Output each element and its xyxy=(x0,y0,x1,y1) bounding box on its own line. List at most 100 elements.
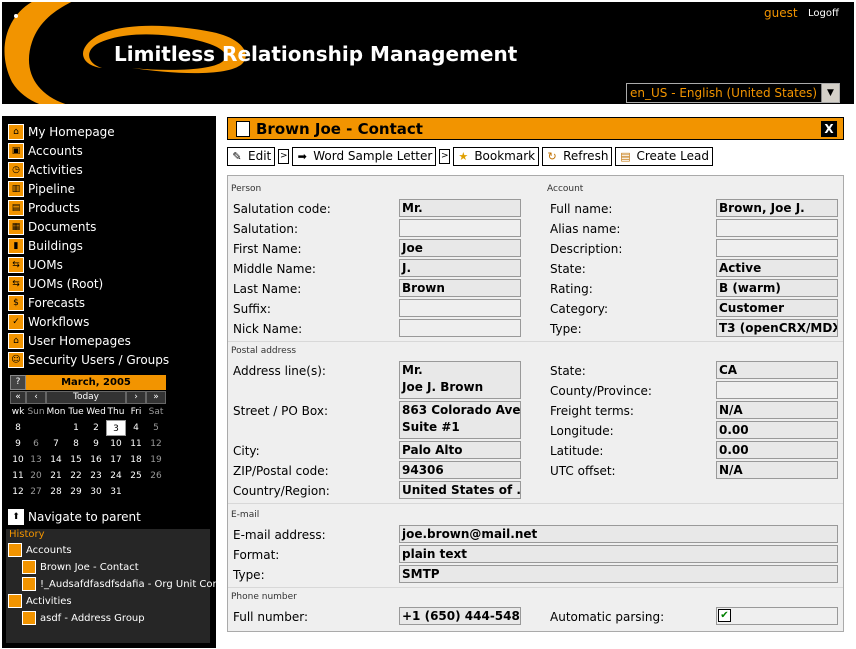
locale-select[interactable]: en_US - English (United States) ▼ xyxy=(626,83,840,103)
logoff-link[interactable]: Logoff xyxy=(808,8,839,19)
calendar-day[interactable]: 3 xyxy=(106,420,126,436)
calendar-prev-year-button[interactable]: « xyxy=(10,391,26,404)
history-item-address-group[interactable]: asdf - Address Group xyxy=(22,611,145,625)
calendar-day[interactable]: 18 xyxy=(126,452,146,468)
longitude-value: 0.00 xyxy=(716,421,838,439)
calendar-day[interactable]: 16 xyxy=(86,452,106,468)
calendar-day[interactable]: 9 xyxy=(86,436,106,452)
calendar-day[interactable]: 31 xyxy=(106,484,126,500)
calendar-day[interactable]: 8 xyxy=(66,436,86,452)
field-label: Full name: xyxy=(550,202,613,216)
chevron-down-icon[interactable]: ▼ xyxy=(821,84,839,102)
field-label: Alias name: xyxy=(550,222,621,236)
buildings-icon: ▮ xyxy=(8,237,24,254)
calendar-next-month-button[interactable]: › xyxy=(126,391,146,404)
sidebar-item-documents[interactable]: ▦ Documents xyxy=(8,217,96,236)
calendar-day[interactable]: 20 xyxy=(26,468,46,484)
calendar-weekday: Fri xyxy=(130,407,142,417)
calendar-day[interactable]: 2 xyxy=(86,420,106,436)
sidebar-item-forecasts[interactable]: $ Forecasts xyxy=(8,293,85,312)
field-label: Salutation code: xyxy=(233,202,331,216)
calendar-day[interactable]: 5 xyxy=(146,420,166,436)
latitude-value: 0.00 xyxy=(716,441,838,459)
bookmark-button[interactable]: ★ Bookmark xyxy=(453,146,540,166)
pipeline-icon: ▥ xyxy=(8,180,24,197)
sidebar-item-accounts[interactable]: ▣ Accounts xyxy=(8,141,83,160)
calendar-day[interactable]: 19 xyxy=(146,452,166,468)
field-label: Full number: xyxy=(233,610,308,624)
calendar-week-number: 9 xyxy=(15,439,21,449)
calendar-weekday: Wed xyxy=(86,407,106,417)
calendar-today-button[interactable]: Today xyxy=(46,391,126,404)
calendar-day[interactable]: 11 xyxy=(126,436,146,452)
calendar-day[interactable]: 14 xyxy=(46,452,66,468)
calendar-day[interactable]: 15 xyxy=(66,452,86,468)
calendar-day[interactable]: 28 xyxy=(46,484,66,500)
navigate-parent-link[interactable]: ⬆ Navigate to parent xyxy=(8,509,141,525)
history-item-accounts[interactable]: Accounts xyxy=(8,543,72,557)
calendar-day[interactable]: 17 xyxy=(106,452,126,468)
sidebar: ⌂ My Homepage ▣ Accounts ◷ Activities ▥ Pipe… xyxy=(2,116,219,648)
last-name-value: Brown xyxy=(399,279,521,297)
calendar-day[interactable]: 21 xyxy=(46,468,66,484)
accounts-icon: ▣ xyxy=(8,142,24,159)
calendar-day[interactable]: 4 xyxy=(126,420,146,436)
create-lead-button[interactable]: ▤ Create Lead xyxy=(615,146,713,166)
calendar-prev-month-button[interactable]: ‹ xyxy=(26,391,46,404)
object-title-bar: Brown Joe - Contact X xyxy=(227,117,844,140)
edit-button[interactable]: ✎ Edit xyxy=(227,146,276,166)
email-format-value: plain text xyxy=(399,545,838,563)
calendar-day[interactable]: 7 xyxy=(46,436,66,452)
sidebar-item-security[interactable]: ☺ Security Users / Groups xyxy=(8,350,169,369)
calendar-week-row: 12 27 28 29 30 31 xyxy=(10,484,166,500)
section-divider xyxy=(228,587,843,588)
close-button[interactable]: X xyxy=(821,121,837,137)
calendar-next-year-button[interactable]: » xyxy=(146,391,166,404)
sidebar-item-pipeline[interactable]: ▥ Pipeline xyxy=(8,179,75,198)
field-label: Last Name: xyxy=(233,282,302,296)
calendar-day[interactable]: 23 xyxy=(86,468,106,484)
address-lines-value: Mr. Joe J. Brown xyxy=(399,361,521,399)
calendar-week-number: 10 xyxy=(12,455,24,465)
calendar-help-button[interactable]: ? xyxy=(10,375,26,390)
history-item-activities[interactable]: Activities xyxy=(8,594,72,608)
calendar-weekday-row: wk Sun Mon Tue Wed Thu Fri Sat xyxy=(10,404,166,420)
calendar-day[interactable]: 22 xyxy=(66,468,86,484)
edit-menu-arrow[interactable]: > xyxy=(278,148,290,164)
user-link[interactable]: guest xyxy=(764,6,798,20)
sidebar-item-uoms-root[interactable]: ⇆ UOMs (Root) xyxy=(8,274,103,293)
phone-number-value: +1 (650) 444-5486 xyxy=(399,607,521,625)
sidebar-item-uoms[interactable]: ⇆ UOMs xyxy=(8,255,63,274)
app-title: Limitless Relationship Management xyxy=(114,42,518,66)
automatic-parsing-field: ✔ xyxy=(716,607,838,625)
history-item-contact[interactable]: Brown Joe - Contact xyxy=(22,560,139,574)
sidebar-item-products[interactable]: ▤ Products xyxy=(8,198,80,217)
page-title: Brown Joe - Contact xyxy=(256,119,423,138)
word-menu-arrow[interactable]: > xyxy=(439,148,451,164)
arrow-up-icon: ⬆ xyxy=(8,509,24,525)
history-item-org-unit[interactable]: !_Audsafdfasdfsdafia - Org Unit Con xyxy=(22,577,219,591)
detail-panel: Person Account Salutation code: Mr. Salu… xyxy=(227,175,844,632)
section-phone-title: Phone number xyxy=(231,592,297,602)
sidebar-item-my-homepage[interactable]: ⌂ My Homepage xyxy=(8,122,115,141)
word-sample-letter-button[interactable]: ➡ Word Sample Letter xyxy=(292,146,437,166)
calendar-day[interactable]: 1 xyxy=(66,420,86,436)
calendar-day[interactable]: 26 xyxy=(146,468,166,484)
sidebar-item-workflows[interactable]: ✓ Workflows xyxy=(8,312,89,331)
calendar-day xyxy=(46,420,66,436)
calendar-day[interactable]: 12 xyxy=(146,436,166,452)
calendar-day[interactable]: 6 xyxy=(26,436,46,452)
refresh-button[interactable]: ↻ Refresh xyxy=(542,146,613,166)
calendar-day[interactable]: 29 xyxy=(66,484,86,500)
products-icon: ▤ xyxy=(8,199,24,216)
calendar-day[interactable]: 24 xyxy=(106,468,126,484)
calendar-day[interactable]: 10 xyxy=(106,436,126,452)
calendar-day[interactable]: 13 xyxy=(26,452,46,468)
sidebar-item-buildings[interactable]: ▮ Buildings xyxy=(8,236,83,255)
calendar-day[interactable]: 25 xyxy=(126,468,146,484)
sidebar-item-user-homepages[interactable]: ⌂ User Homepages xyxy=(8,331,131,350)
sidebar-item-activities[interactable]: ◷ Activities xyxy=(8,160,83,179)
create-lead-icon: ▤ xyxy=(620,149,631,163)
calendar-day[interactable]: 27 xyxy=(26,484,46,500)
calendar-day[interactable]: 30 xyxy=(86,484,106,500)
